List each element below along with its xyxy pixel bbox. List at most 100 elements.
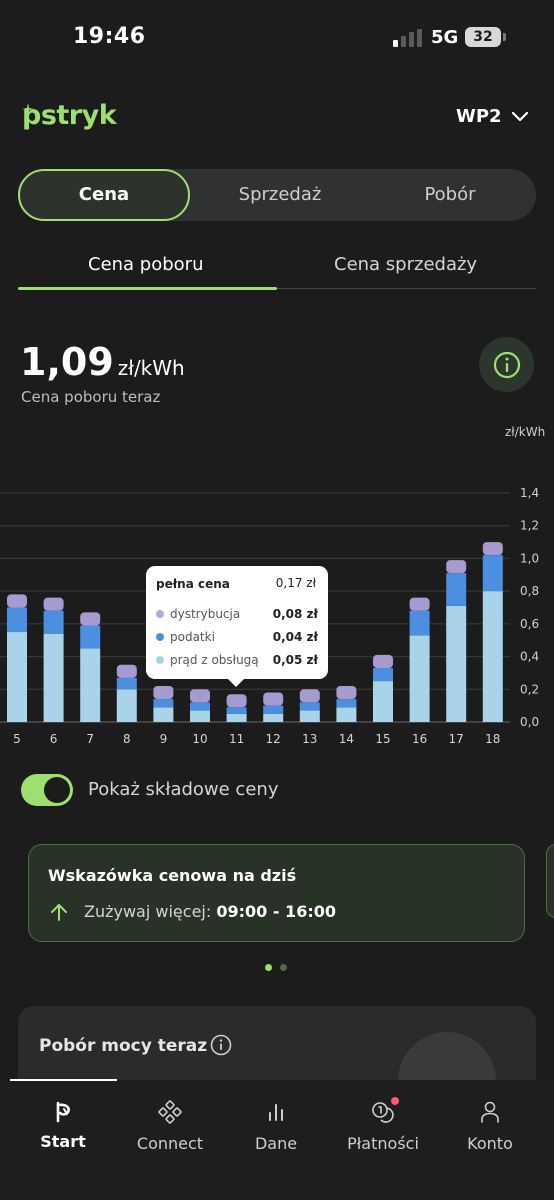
bar-segment-dystrybucja[interactable] (373, 654, 393, 669)
bar-segment-prad[interactable] (7, 632, 27, 722)
legend-dot-icon (156, 633, 164, 641)
price-caption: Cena poboru teraz (21, 388, 161, 406)
bar-segment-prad[interactable] (43, 633, 64, 722)
bar-segment-prad[interactable] (226, 713, 247, 722)
bar-segment-dystrybucja[interactable] (299, 689, 320, 703)
device-selector[interactable]: WP2 (456, 106, 528, 127)
hint-text-prefix: Zużywaj więcej: (84, 902, 212, 921)
bar-segment-dystrybucja[interactable] (446, 560, 467, 574)
bar-segment-podatki[interactable] (7, 607, 27, 633)
x-tick-label: 11 (229, 732, 244, 746)
status-time: 19:46 (73, 24, 146, 49)
current-price: 1,09 zł/kWh (20, 340, 185, 384)
bar-segment-prad[interactable] (409, 635, 430, 722)
bar-segment-dystrybucja[interactable] (80, 612, 101, 626)
person-icon (481, 1101, 499, 1123)
bar-segment-prad[interactable] (482, 591, 503, 722)
tooltip-row-dystrybucja: dystrybucja 0,08 zł (156, 607, 318, 621)
pagination-dot[interactable] (280, 964, 287, 971)
x-tick-label: 10 (192, 732, 207, 746)
bar-segment-podatki[interactable] (409, 610, 430, 636)
next-hint-card-peek[interactable] (546, 844, 554, 918)
nav-connect[interactable]: Connect (120, 1100, 220, 1153)
bar-segment-podatki[interactable] (482, 555, 503, 592)
info-icon (493, 351, 520, 378)
mode-segmented-control: Cena Sprzedaż Pobór (18, 169, 536, 221)
bar-segment-dystrybucja[interactable] (409, 597, 430, 611)
nav-platnosci[interactable]: Płatności (333, 1097, 433, 1153)
bar-segment-dystrybucja[interactable] (190, 689, 210, 703)
chart-tooltip: pełna cena 0,17 zł dystrybucja 0,08 zł p… (146, 566, 328, 687)
y-tick-label: 0,4 (520, 650, 539, 664)
bar-segment-dystrybucja[interactable] (153, 686, 174, 700)
chevron-down-icon (511, 111, 528, 121)
x-tick-label: 5 (13, 732, 21, 746)
power-title: Pobór mocy teraz (39, 1036, 208, 1056)
carousel-pagination (265, 964, 287, 971)
bar-segment-podatki[interactable] (190, 702, 210, 711)
y-tick-label: 1,4 (520, 486, 539, 500)
bar-segment-prad[interactable] (153, 707, 174, 722)
tab-cena-sprzedazy[interactable]: Cena sprzedaży (334, 254, 477, 275)
bar-segment-prad[interactable] (116, 689, 137, 722)
bar-segment-podatki[interactable] (263, 705, 284, 714)
bar-segment-dystrybucja[interactable] (43, 597, 64, 611)
bar-segment-podatki[interactable] (80, 625, 101, 649)
nav-start[interactable]: Start (13, 1100, 113, 1151)
tab-active-indicator (18, 287, 277, 290)
bar-segment-prad[interactable] (263, 713, 284, 722)
hint-text: Zużywaj więcej: 09:00 - 16:00 (84, 902, 336, 921)
tooltip-total: 0,17 zł (275, 576, 316, 590)
price-info-button[interactable] (479, 337, 534, 392)
bar-segment-podatki[interactable] (336, 699, 357, 708)
show-components-toggle[interactable] (21, 774, 73, 806)
nav-platnosci-label: Płatności (347, 1134, 419, 1153)
connect-icon (158, 1100, 182, 1124)
x-tick-label: 9 (160, 732, 168, 746)
bar-segment-dystrybucja[interactable] (226, 694, 247, 708)
segment-cena[interactable]: Cena (18, 169, 190, 221)
bar-segment-podatki[interactable] (299, 702, 320, 711)
bar-chart-icon (269, 1104, 283, 1121)
x-tick-label: 16 (412, 732, 427, 746)
bar-segment-prad[interactable] (446, 605, 467, 722)
bar-segment-dystrybucja[interactable] (116, 664, 137, 678)
bar-segment-dystrybucja[interactable] (263, 692, 284, 706)
bar-segment-prad[interactable] (299, 710, 320, 722)
nav-konto[interactable]: Konto (440, 1100, 540, 1153)
nav-dane[interactable]: Dane (226, 1100, 326, 1153)
tooltip-row-label: podatki (170, 630, 215, 644)
info-icon[interactable] (210, 1034, 232, 1056)
bar-segment-podatki[interactable] (446, 573, 467, 606)
tab-cena-poboru[interactable]: Cena poboru (88, 254, 204, 275)
bar-segment-podatki[interactable] (373, 668, 393, 682)
device-label: WP2 (456, 106, 502, 127)
bar-segment-podatki[interactable] (226, 707, 247, 714)
tooltip-row-value: 0,04 zł (272, 630, 318, 644)
nav-connect-label: Connect (136, 1134, 204, 1153)
bar-segment-prad[interactable] (190, 710, 210, 722)
bar-segment-podatki[interactable] (116, 677, 137, 690)
bar-segment-dystrybucja[interactable] (482, 542, 503, 556)
battery-tip (503, 33, 506, 41)
bar-segment-dystrybucja[interactable] (336, 686, 357, 700)
bar-segment-prad[interactable] (80, 648, 101, 722)
bar-segment-podatki[interactable] (43, 610, 64, 634)
bar-segment-prad[interactable] (373, 681, 393, 722)
tooltip-row-value: 0,08 zł (272, 607, 318, 621)
bar-segment-prad[interactable] (336, 707, 357, 722)
pstryk-logo: pstryk (22, 100, 117, 131)
tooltip-title: pełna cena (156, 577, 230, 591)
x-tick-label: 7 (86, 732, 94, 746)
pagination-dot-active[interactable] (265, 964, 272, 971)
toggle-knob (44, 777, 70, 803)
bar-segment-podatki[interactable] (153, 699, 174, 708)
hint-time-range: 09:00 - 16:00 (216, 902, 336, 921)
legend-dot-icon (156, 656, 164, 664)
bar-segment-dystrybucja[interactable] (7, 594, 27, 608)
bottom-navigation: Start Connect Dane Płatności Konto (0, 1079, 554, 1200)
segment-sprzedaz[interactable]: Sprzedaż (194, 169, 366, 221)
segment-pobor[interactable]: Pobór (364, 169, 536, 221)
price-hint-card[interactable]: Wskazówka cenowa na dziś Zużywaj więcej:… (28, 844, 525, 942)
network-type: 5G (431, 27, 459, 48)
